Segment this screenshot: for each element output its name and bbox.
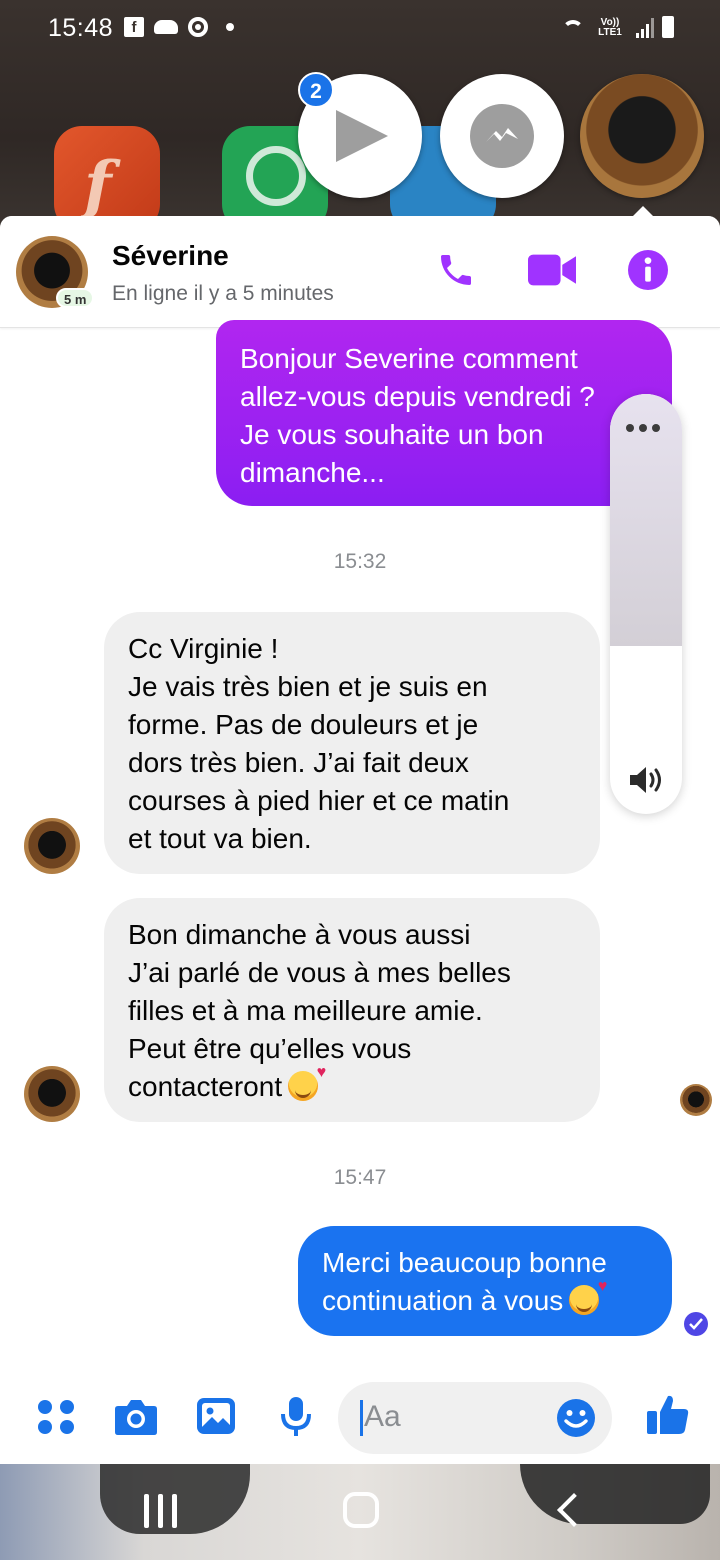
sender-avatar[interactable] — [24, 818, 80, 874]
message-line: courses à pied hier et ce matin — [128, 785, 510, 816]
battery-icon — [662, 16, 674, 38]
background-photo-shoe — [520, 1464, 710, 1524]
home-icon[interactable] — [343, 1492, 379, 1528]
message-line: contacteront — [128, 1065, 576, 1106]
message-line: forme. Pas de douleurs et je — [128, 709, 479, 740]
messenger-head[interactable] — [440, 74, 564, 198]
message-line: Merci beaucoup bonne — [322, 1247, 607, 1278]
messenger-icon — [470, 104, 534, 168]
message-line: Peut être qu’elles vous — [128, 1033, 412, 1064]
contact-name[interactable]: Séverine — [112, 240, 229, 272]
navigation-bar — [0, 1464, 720, 1560]
volume-slider[interactable] — [610, 394, 682, 814]
facebook-icon: f — [124, 17, 144, 37]
camera-icon[interactable] — [114, 1396, 158, 1440]
chrome-icon — [188, 17, 208, 37]
recent-apps-icon[interactable] — [144, 1494, 177, 1528]
smiling-face-with-hearts-icon — [569, 1279, 607, 1315]
message-line: Je vais très bien et je suis en — [128, 671, 488, 702]
message-line: dimanche... — [240, 457, 385, 488]
notification-badge: 2 — [298, 72, 334, 108]
message-line: Cc Virginie ! — [128, 633, 279, 664]
play-icon — [336, 110, 388, 162]
contact-avatar-head[interactable] — [580, 74, 704, 198]
dot-icon — [226, 23, 234, 31]
gallery-icon[interactable] — [196, 1396, 236, 1440]
info-icon[interactable] — [628, 250, 668, 294]
message-line: continuation à vous — [322, 1279, 648, 1320]
outgoing-message[interactable]: Bonjour Severine comment allez-vous depu… — [216, 320, 672, 506]
message-line: et tout va bien. — [128, 823, 312, 854]
outgoing-message[interactable]: Merci beaucoup bonne continuation à vous — [298, 1226, 672, 1336]
message-timestamp: 15:47 — [333, 1166, 387, 1189]
signal-icon — [636, 18, 654, 38]
message-line: Bon dimanche à vous aussi — [128, 919, 471, 950]
like-icon[interactable] — [646, 1392, 690, 1440]
message-line: allez-vous depuis vendredi ? — [240, 381, 595, 412]
text-caret — [360, 1400, 363, 1436]
message-input[interactable]: Aa — [338, 1382, 612, 1454]
message-line: J’ai parlé de vous à mes belles — [128, 957, 511, 988]
sender-avatar[interactable] — [24, 1066, 80, 1122]
video-camera-icon[interactable] — [528, 250, 576, 294]
message-text: continuation à vous — [322, 1285, 564, 1316]
phone-icon[interactable] — [436, 250, 476, 294]
weather-icon — [154, 20, 178, 34]
more-options-icon[interactable] — [626, 424, 660, 432]
status-time: 15:48 — [48, 14, 114, 42]
message-line: Je vous souhaite un bon — [240, 419, 544, 450]
message-placeholder: Aa — [364, 1400, 401, 1433]
incoming-message[interactable]: Bon dimanche à vous aussi J’ai parlé de … — [104, 898, 600, 1122]
message-line: filles et à ma meilleure amie. — [128, 995, 483, 1026]
network-label: Vo)) LTE1 — [598, 17, 622, 38]
chat-panel: 5 m Séverine En ligne il y a 5 minutes B… — [0, 216, 720, 1464]
sent-check-icon — [684, 1312, 708, 1336]
wifi-icon — [562, 20, 584, 38]
smiling-face-with-hearts-icon — [288, 1065, 326, 1101]
conversation-header: 5 m Séverine En ligne il y a 5 minutes — [0, 216, 720, 328]
more-actions-icon[interactable] — [36, 1396, 76, 1440]
status-bar: 15:48 f Vo)) LTE1 — [0, 0, 720, 62]
read-receipt-avatar — [680, 1084, 712, 1116]
message-composer: Aa — [0, 1372, 720, 1464]
message-text: contacteront — [128, 1071, 283, 1102]
emoji-icon[interactable] — [556, 1398, 596, 1442]
incoming-message[interactable]: Cc Virginie ! Je vais très bien et je su… — [104, 612, 600, 874]
presence-status: En ligne il y a 5 minutes — [112, 282, 334, 305]
active-status-chip: 5 m — [56, 288, 95, 308]
microphone-icon[interactable] — [280, 1396, 312, 1442]
speaker-icon[interactable] — [628, 764, 666, 800]
message-line: dors très bien. J’ai fait deux — [128, 747, 469, 778]
message-line: Bonjour Severine comment — [240, 343, 578, 374]
